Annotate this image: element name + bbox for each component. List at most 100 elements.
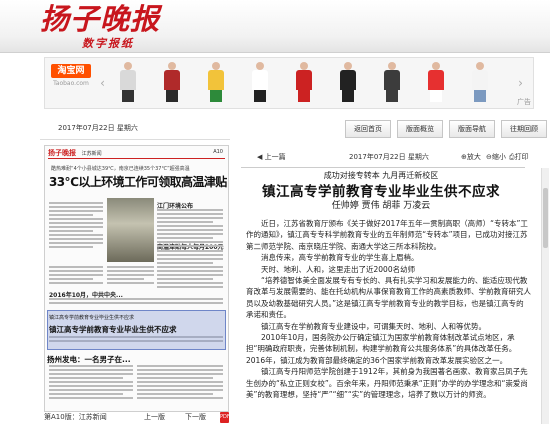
past-issues-button[interactable]: 往期回顾 bbox=[501, 120, 547, 138]
article-headline: 镇江高专学前教育专业毕业生供不应求 bbox=[262, 184, 500, 200]
article-paragraph: 近日，江苏省教育厅颁布《关于做好2017年五年一贯制高职（高师）“专转本”工作的… bbox=[246, 219, 528, 251]
layout-nav-button[interactable]: 版面导航 bbox=[449, 120, 495, 138]
paper-text-line bbox=[49, 230, 93, 232]
paper-page: A10 bbox=[213, 149, 223, 155]
zoom-in-button[interactable]: ⊕放大 bbox=[461, 147, 481, 167]
paper-text-line bbox=[137, 369, 223, 371]
paper-text-line bbox=[157, 213, 223, 215]
paper-text-line bbox=[157, 233, 223, 235]
paper-text-line bbox=[49, 389, 133, 391]
paper-text-line bbox=[157, 266, 223, 268]
ad-product-thumbnail[interactable] bbox=[117, 62, 139, 102]
paper-text-line bbox=[49, 381, 133, 383]
article-paragraph: 天时、地利、人和，这里走出了近2000名幼师 bbox=[261, 264, 416, 274]
ad-product-thumbnail[interactable] bbox=[381, 62, 403, 102]
ad-product-thumbnail[interactable] bbox=[469, 62, 491, 102]
paper-text-line bbox=[49, 270, 103, 272]
article-paragraph: 镇江高专丹阳师范学院创建于1912年，其前身为我国著名画家、教育家吕凤子先生创办… bbox=[246, 367, 528, 400]
article-paragraph: “培养德智体美全面发展专有专长的、具有扎实学习和发展能力的、能适应现代教育改革与… bbox=[246, 276, 531, 320]
paper-article-subtitle: 镇江高专学前教育专业毕业生供不应求 bbox=[49, 315, 135, 321]
paper-masthead-row: 扬子晚报 江苏新闻 A10 bbox=[48, 148, 225, 159]
paper-text-line bbox=[137, 389, 223, 391]
site-logo[interactable]: 扬子晚报 bbox=[40, 3, 160, 35]
zoom-out-label: 缩小 bbox=[491, 153, 506, 161]
paper-masthead: 扬子晚报 bbox=[48, 149, 76, 157]
article-toolbar: ◀ 上一篇 2017年07月22日 星期六 ⊕放大 ⊖缩小 ⎙打印 bbox=[241, 147, 529, 168]
prev-article-link[interactable]: ◀ 上一篇 bbox=[257, 147, 286, 167]
paper-text-line bbox=[157, 270, 223, 272]
page-label: 第A10版：江苏新闻 bbox=[44, 413, 107, 421]
left-date: 2017年07月22日 星期六 bbox=[58, 124, 138, 132]
layout-overview-button[interactable]: 版面概览 bbox=[397, 120, 443, 138]
paper-text-line bbox=[137, 365, 223, 367]
paper-text-line bbox=[157, 274, 223, 276]
pdf-icon[interactable]: PDF bbox=[220, 412, 230, 423]
paper-text-line bbox=[49, 373, 133, 375]
paper-text-line bbox=[107, 274, 154, 276]
paper-text-line bbox=[49, 385, 133, 387]
site-sublogo: 数字报纸 bbox=[82, 37, 134, 50]
paper-text-line bbox=[49, 298, 223, 300]
ad-prev-icon[interactable]: ‹ bbox=[97, 74, 108, 92]
paper-text-line bbox=[157, 250, 223, 252]
paper-text-line bbox=[157, 241, 223, 243]
article-content: 成功对接专转本 九月再迁新校区 镇江高专学前教育专业毕业生供不应求 任帅婷 贾伟… bbox=[236, 168, 541, 424]
print-button[interactable]: ⎙打印 bbox=[509, 147, 529, 167]
zoom-out-button[interactable]: ⊖缩小 bbox=[486, 147, 506, 167]
prev-article-label: 上一篇 bbox=[264, 153, 286, 161]
site-header: 扬子晚报 数字报纸 bbox=[0, 0, 550, 53]
paper-text-line bbox=[137, 397, 223, 399]
paper-text-line bbox=[49, 377, 123, 379]
article-scrollbar[interactable] bbox=[541, 168, 549, 424]
paper-text-line bbox=[49, 242, 103, 244]
ad-product-thumbnail[interactable] bbox=[161, 62, 183, 102]
page-navigation-bar: 第A10版：江苏新闻 上一版 下一版 PDF bbox=[40, 411, 230, 424]
print-label: 打印 bbox=[514, 153, 529, 161]
paper-text-line bbox=[49, 238, 103, 240]
paper-text-line bbox=[157, 262, 213, 264]
paper-text-line bbox=[49, 369, 133, 371]
page-thumbnail[interactable]: 扬子晚报 江苏新闻 A10 酷热难耐“4个小县城达39℃，南京已连续35个37℃… bbox=[44, 145, 229, 412]
ad-product-thumbnail[interactable] bbox=[249, 62, 271, 102]
prev-page-link[interactable]: 上一版 bbox=[144, 411, 165, 424]
article-date: 2017年07月22日 星期六 bbox=[349, 153, 429, 161]
taobao-logo[interactable]: 淘宝网 Taobao.com bbox=[51, 64, 91, 102]
paper-text-line bbox=[157, 245, 223, 247]
next-page-link[interactable]: 下一版 bbox=[185, 411, 206, 424]
ad-next-icon[interactable]: › bbox=[515, 74, 526, 92]
paper-text-line bbox=[49, 274, 103, 276]
article-byline: 任帅婷 贾伟 胡菲 万凌云 bbox=[331, 201, 431, 211]
paper-text-line bbox=[49, 302, 223, 304]
paper-text-line bbox=[49, 266, 103, 268]
paper-text-line bbox=[49, 202, 103, 204]
zoom-in-label: 放大 bbox=[466, 153, 481, 161]
scrollbar-thumb[interactable] bbox=[543, 188, 548, 248]
paper-text-line bbox=[157, 282, 223, 284]
paper-article-headline[interactable]: 扬州发电：一名男子在... bbox=[47, 354, 131, 365]
ad-product-thumbnail[interactable] bbox=[205, 62, 227, 102]
paper-text-line bbox=[157, 258, 223, 260]
ad-product-thumbnail[interactable] bbox=[293, 62, 315, 102]
ad-product-thumbnail[interactable] bbox=[425, 62, 447, 102]
paper-text-line bbox=[49, 206, 103, 208]
left-date-bar: 2017年07月22日 星期六 bbox=[40, 117, 230, 140]
taobao-logo-text: 淘宝网 bbox=[51, 64, 91, 78]
paper-text-line bbox=[137, 385, 223, 387]
paper-text-line bbox=[49, 214, 93, 216]
paper-text-line bbox=[137, 393, 213, 395]
home-button[interactable]: 返回首页 bbox=[345, 120, 391, 138]
ad-product-thumbnail[interactable] bbox=[337, 62, 359, 102]
paper-main-headline[interactable]: 33℃以上环境工作可领取高温津贴 bbox=[49, 173, 227, 190]
paper-text-line bbox=[49, 210, 103, 212]
article-paragraph: 2010年10月，国务院办公厅确定镇江为国家学前教育体制改革试点地区，承担“明确… bbox=[246, 333, 517, 365]
article-body: 近日，江苏省教育厅颁布《关于做好2017年五年一贯制高职（高师）“专转本”工作的… bbox=[246, 218, 531, 401]
paper-text-line bbox=[157, 229, 223, 231]
paper-text-line bbox=[49, 246, 93, 248]
paper-subheadline: 酷热难耐“4个小县城达39℃，南京已连续35个37℃”超强高温 bbox=[51, 166, 190, 172]
paper-text-line bbox=[157, 237, 213, 239]
paper-text-line bbox=[49, 222, 103, 224]
ad-banner[interactable]: 淘宝网 Taobao.com ‹ › 广告 bbox=[44, 57, 534, 109]
paper-text-line bbox=[49, 234, 103, 236]
paper-article-headline[interactable]: 镇江高专学前教育专业毕业生供不应求 bbox=[49, 324, 177, 335]
paper-text-line bbox=[157, 221, 213, 223]
